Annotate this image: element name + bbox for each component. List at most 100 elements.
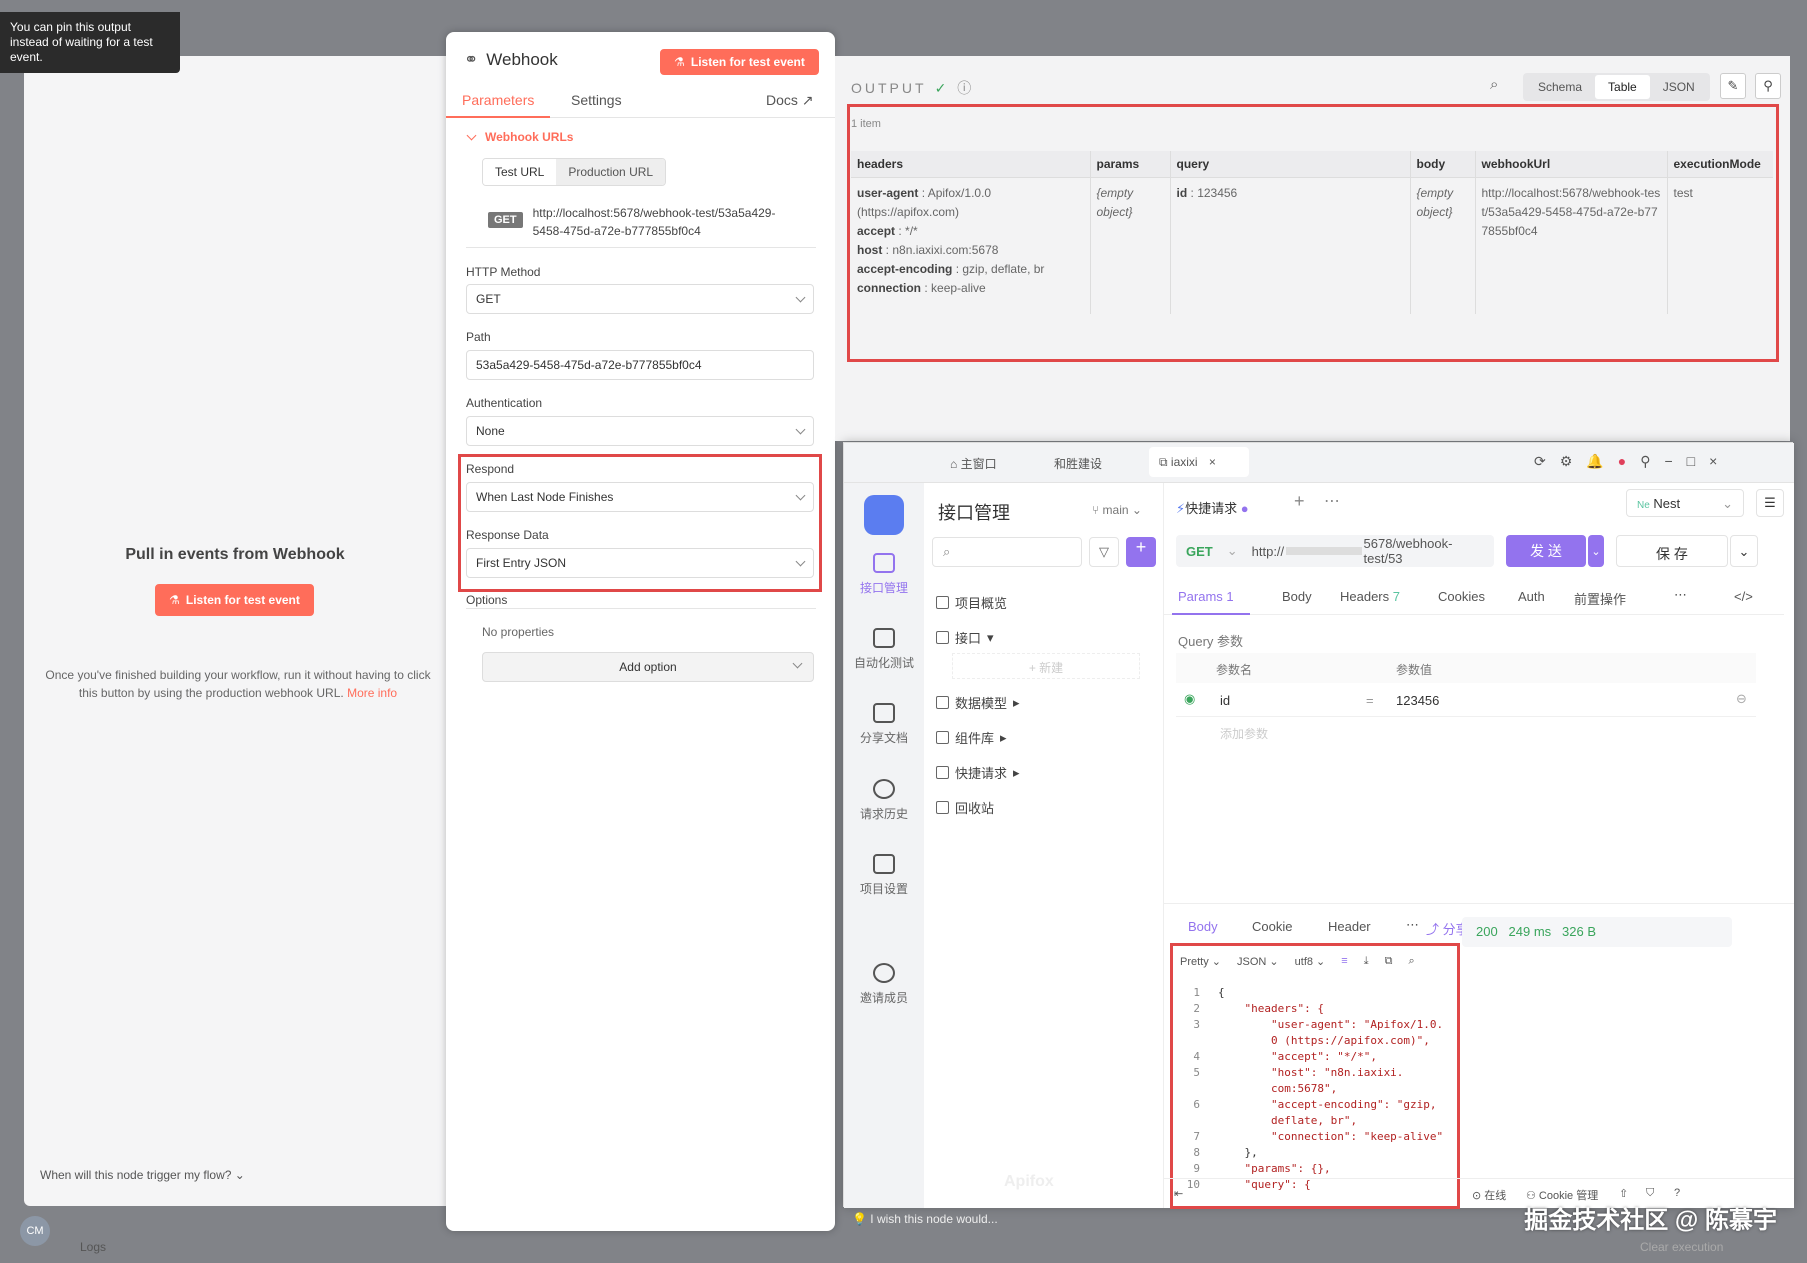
json-select[interactable]: JSON ⌄ <box>1237 955 1279 968</box>
pin-icon[interactable]: ⚲ <box>1640 453 1650 470</box>
json-view-tab[interactable]: JSON <box>1650 75 1708 99</box>
table-view-tab[interactable]: Table <box>1595 75 1650 99</box>
maximize-icon[interactable]: □ <box>1687 453 1695 470</box>
gear-icon[interactable]: ⚙ <box>1560 453 1573 470</box>
production-url-tab[interactable]: Production URL <box>556 159 666 185</box>
schema-view-tab[interactable]: Schema <box>1525 75 1595 99</box>
tab-pre-ops[interactable]: 前置操作 <box>1574 589 1626 608</box>
table-row[interactable]: ◉ id = 123456 ⊖ <box>1176 685 1756 717</box>
collapse-icon[interactable]: ⇤ <box>1174 1187 1183 1200</box>
nav-share-docs[interactable]: 分享文档 <box>844 703 924 746</box>
project-logo-icon[interactable] <box>864 495 904 535</box>
respond-select[interactable]: When Last Node Finishes <box>466 482 814 512</box>
more-info-link[interactable]: More info <box>347 686 397 700</box>
logs-label[interactable]: Logs <box>80 1240 106 1254</box>
tab-params[interactable]: Params 1 <box>1178 589 1234 604</box>
online-status[interactable]: ⊙ 在线 <box>1472 1187 1506 1203</box>
more-icon[interactable]: ⋯ <box>1674 587 1687 603</box>
close-icon[interactable]: × <box>1209 455 1216 469</box>
tab-settings[interactable]: Settings <box>571 92 622 108</box>
tab-body[interactable]: Body <box>1282 589 1312 604</box>
listen-test-event-button-header[interactable]: ⚗ Listen for test event <box>660 49 819 75</box>
param-value[interactable]: 123456 <box>1396 693 1439 708</box>
filter-icon[interactable]: ▽ <box>1089 537 1119 567</box>
help-icon[interactable]: ? <box>1674 1187 1680 1199</box>
pin-icon[interactable]: ⚲ <box>1755 73 1781 99</box>
nav-invite[interactable]: 邀请成员 <box>844 963 924 1006</box>
nav-history[interactable]: 请求历史 <box>844 779 924 822</box>
tree-item-models[interactable]: 数据模型 ▸ <box>936 693 1020 712</box>
clear-execution-button[interactable]: Clear execution <box>1640 1240 1723 1254</box>
window-tab-iaxixi[interactable]: ⧉ iaxixi × <box>1149 447 1249 477</box>
tab-auth[interactable]: Auth <box>1518 589 1545 604</box>
webhook-url-row[interactable]: GET http://localhost:5678/webhook-test/5… <box>488 204 775 240</box>
tree-item-components[interactable]: 组件库 ▸ <box>936 728 1007 747</box>
more-icon[interactable]: ⋯ <box>1324 491 1340 511</box>
close-window-icon[interactable]: × <box>1709 453 1717 470</box>
encoding-select[interactable]: utf8 ⌄ <box>1295 955 1326 968</box>
new-item-button[interactable]: + 新建 <box>952 653 1140 679</box>
authentication-select[interactable]: None <box>466 416 814 446</box>
refresh-icon[interactable]: ⟳ <box>1534 453 1546 470</box>
window-tab-main[interactable]: ⌂ 主窗口 <box>950 455 997 472</box>
nav-auto-test[interactable]: 自动化测试 <box>844 628 924 671</box>
resp-tab-header[interactable]: Header <box>1328 919 1371 934</box>
more-icon[interactable]: ⋯ <box>1406 917 1419 933</box>
add-param-input[interactable]: 添加参数 <box>1220 725 1268 742</box>
resp-tab-cookie[interactable]: Cookie <box>1252 919 1292 934</box>
search-icon[interactable]: ⌕ <box>1490 76 1498 93</box>
add-option-select[interactable]: Add option <box>482 652 814 682</box>
resp-tab-body[interactable]: Body <box>1188 919 1218 934</box>
bell-icon[interactable]: 🔔 <box>1586 453 1603 470</box>
copy-icon[interactable]: ⧉ <box>1385 955 1393 968</box>
nav-project-settings[interactable]: 项目设置 <box>844 854 924 897</box>
tab-headers[interactable]: Headers 7 <box>1340 589 1400 604</box>
webhook-urls-toggle[interactable]: Webhook URLs <box>466 130 573 144</box>
tab-cookies[interactable]: Cookies <box>1438 589 1485 604</box>
feedback-link[interactable]: 💡 I wish this node would... <box>852 1212 998 1226</box>
nav-api-management[interactable]: 接口管理 <box>844 553 924 596</box>
param-name[interactable]: id <box>1220 693 1230 708</box>
tab-parameters[interactable]: Parameters <box>445 92 551 118</box>
http-method-select[interactable]: GET <box>466 284 814 314</box>
shirt-icon[interactable]: ⛉ <box>1646 1187 1654 1200</box>
test-url-tab[interactable]: Test URL <box>483 159 557 185</box>
search-input[interactable]: ⌕ <box>932 537 1082 567</box>
search-icon[interactable]: ⌕ <box>1408 955 1414 968</box>
save-dropdown[interactable]: ⌄ <box>1730 535 1758 567</box>
method-select[interactable]: GET <box>1186 544 1213 559</box>
avatar[interactable]: CM <box>20 1216 50 1246</box>
trigger-question[interactable]: When will this node trigger my flow? ⌄ <box>40 1168 245 1182</box>
tree-item-trash[interactable]: 回收站 <box>936 798 994 817</box>
minimize-icon[interactable]: − <box>1664 453 1672 470</box>
external-link-icon: ↗ <box>801 92 814 108</box>
check-circle-icon[interactable]: ◉ <box>1184 691 1195 707</box>
upload-icon[interactable]: ⇧ <box>1619 1187 1628 1200</box>
info-icon[interactable]: ⓘ <box>957 78 971 98</box>
save-button[interactable]: 保 存 <box>1616 535 1728 567</box>
request-tab[interactable]: ⚡快捷请求 ● <box>1176 491 1286 521</box>
tree-item-quick-requests[interactable]: 快捷请求 ▸ <box>936 763 1020 782</box>
response-data-select[interactable]: First Entry JSON <box>466 548 814 578</box>
code-icon[interactable]: </> <box>1734 589 1753 604</box>
environment-select[interactable]: Ne Nest ⌄ <box>1626 489 1744 517</box>
menu-icon[interactable]: ☰ <box>1756 489 1784 517</box>
send-button[interactable]: 发 送 <box>1506 535 1586 567</box>
path-input[interactable]: 53a5a429-5458-475d-a72e-b777855bf0c4 <box>466 350 814 380</box>
pretty-select[interactable]: Pretty ⌄ <box>1180 955 1221 968</box>
branch-select[interactable]: ⑂ main ⌄ <box>1092 503 1142 517</box>
send-dropdown[interactable]: ⌄ <box>1588 535 1604 567</box>
tree-item-overview[interactable]: 项目概览 <box>936 593 1007 612</box>
new-tab-icon[interactable]: + <box>1294 491 1305 512</box>
listen-test-event-button[interactable]: ⚗ Listen for test event <box>155 584 314 616</box>
edit-icon[interactable]: ✎ <box>1720 73 1746 99</box>
user-avatar-icon[interactable]: ● <box>1618 453 1626 470</box>
url-bar[interactable]: GET ⌄ http:// 5678/webhook-test/53 <box>1176 535 1494 567</box>
add-button[interactable]: + <box>1126 537 1156 567</box>
tree-item-api[interactable]: 接口 ▾ <box>936 628 994 647</box>
remove-param-icon[interactable]: ⊖ <box>1736 691 1747 707</box>
window-tab-hesheng[interactable]: 和胜建设 <box>1054 455 1102 472</box>
download-icon[interactable]: ⤓ <box>1364 955 1369 968</box>
docs-link[interactable]: Docs ↗ <box>766 92 814 109</box>
wrap-icon[interactable]: ≡ <box>1341 955 1347 968</box>
